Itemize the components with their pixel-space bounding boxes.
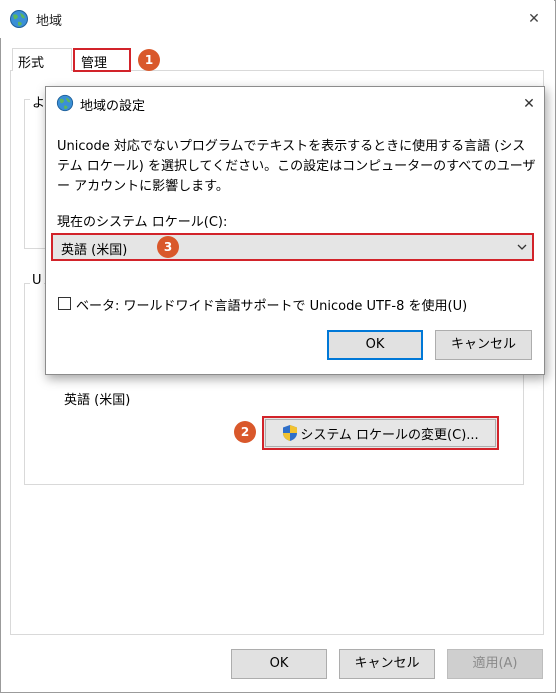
utf8-beta-checkbox[interactable] [58,297,71,310]
dialog-description: Unicode 対応でないプログラムでテキストを表示するときに使用する言語 (シ… [57,139,536,194]
change-locale-button[interactable]: システム ロケールの変更(C)... [265,419,496,447]
ok-button[interactable]: OK [231,649,327,679]
apply-button[interactable]: 適用(A) [447,649,543,679]
chevron-down-icon [517,244,527,250]
change-locale-button-highlight: システム ロケールの変更(C)... [262,416,499,450]
globe-icon [10,10,28,28]
system-locale-value: 英語 (米国) [61,243,128,258]
system-locale-select[interactable]: 英語 (米国) [51,233,534,261]
close-icon[interactable]: ✕ [518,94,540,114]
shield-icon [283,425,298,441]
step-badge-1: 1 [138,49,160,71]
dialog-title: 地域の設定 [80,99,146,114]
dialog-cancel-button[interactable]: キャンセル [435,330,532,360]
close-icon[interactable]: ✕ [522,8,546,30]
step-badge-3: 3 [157,236,179,258]
globe-icon [56,94,74,112]
dialog-ok-button[interactable]: OK [327,330,423,360]
tab-format[interactable]: 形式 [12,48,72,71]
window-title: 地域 [36,14,63,29]
title-bar [0,0,554,38]
cancel-button[interactable]: キャンセル [339,649,435,679]
system-locale-label: 現在のシステム ロケール(C): [57,215,228,230]
change-locale-label: システム ロケールの変更(C)... [300,427,479,443]
unicode-group-label: U [30,273,44,288]
region-settings-dialog: 地域の設定 ✕ Unicode 対応でないプログラムでテキストを表示するときに使… [45,86,545,375]
utf8-beta-label[interactable]: ベータ: ワールドワイド言語サポートで Unicode UTF-8 を使用(U) [76,295,467,314]
step-badge-2: 2 [234,421,256,443]
current-locale-text: 英語 (米国) [64,393,131,408]
tab-admin[interactable]: 管理 [73,48,131,72]
